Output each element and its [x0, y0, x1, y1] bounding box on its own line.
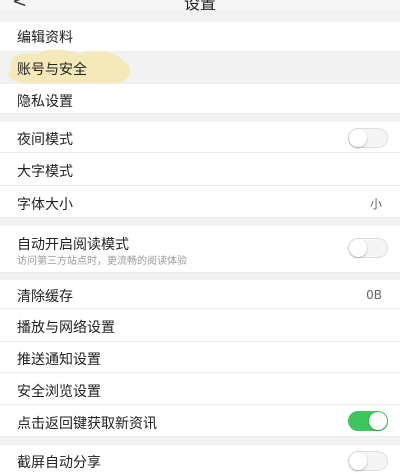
- row-label: 夜间模式: [17, 132, 73, 148]
- settings-row-screenshot-share[interactable]: 截屏自动分享: [0, 445, 400, 474]
- row-label: 大字模式: [17, 164, 73, 180]
- settings-row-playback-network[interactable]: 播放与网络设置: [0, 309, 400, 342]
- settings-row-large-text[interactable]: 大字模式: [0, 153, 400, 186]
- screenshot-share-toggle[interactable]: [348, 451, 388, 471]
- row-label: 安全浏览设置: [17, 384, 101, 400]
- settings-row-privacy[interactable]: 隐私设置: [0, 84, 400, 114]
- page-title: 设置: [183, 0, 216, 13]
- row-label: 截屏自动分享: [17, 455, 101, 471]
- auto-reading-toggle[interactable]: [348, 238, 388, 258]
- row-label: 点击返回键获取新资讯: [17, 416, 157, 432]
- settings-row-push-notifications[interactable]: 推送通知设置: [0, 342, 400, 373]
- row-label: 自动开启阅读模式: [17, 237, 129, 253]
- top-bar: < 设置: [0, 0, 400, 13]
- toggle-knob: [369, 412, 387, 430]
- font-size-value: 小: [369, 197, 382, 211]
- night-mode-toggle[interactable]: [348, 128, 388, 148]
- row-label: 账号与安全: [17, 62, 87, 78]
- row-label: 清除缓存: [17, 289, 73, 305]
- settings-row-font-size[interactable]: 字体大小 小: [0, 186, 400, 218]
- toggle-knob: [349, 452, 367, 470]
- row-subtitle: 访问第三方站点时，更流畅的阅读体验: [17, 256, 187, 267]
- row-label: 推送通知设置: [17, 352, 101, 368]
- row-label: 编辑资料: [17, 30, 73, 46]
- settings-row-account-security[interactable]: 账号与安全: [0, 52, 400, 84]
- row-label: 隐私设置: [17, 94, 73, 110]
- back-key-refresh-toggle[interactable]: [348, 411, 388, 431]
- row-label: 播放与网络设置: [17, 320, 115, 336]
- settings-row-edit-profile[interactable]: 编辑资料: [0, 22, 400, 52]
- settings-row-safe-browsing[interactable]: 安全浏览设置: [0, 373, 400, 405]
- cache-size-value: 0B: [366, 288, 382, 302]
- toggle-knob: [349, 129, 367, 147]
- toggle-knob: [349, 239, 367, 257]
- row-label: 字体大小: [17, 197, 73, 213]
- settings-row-night-mode[interactable]: 夜间模式: [0, 122, 400, 153]
- settings-row-auto-reading-mode[interactable]: 自动开启阅读模式 访问第三方站点时，更流畅的阅读体验: [0, 226, 400, 273]
- settings-row-back-key-refresh[interactable]: 点击返回键获取新资讯: [0, 405, 400, 437]
- settings-row-clear-cache[interactable]: 清除缓存 0B: [0, 280, 400, 309]
